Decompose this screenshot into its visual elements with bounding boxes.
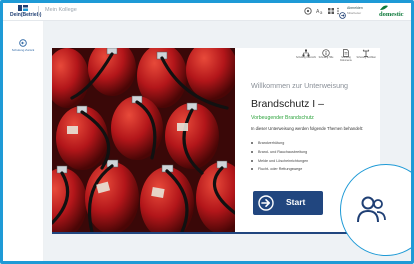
list-item: Brand- und Rauchausbreitung bbox=[251, 150, 308, 159]
sidebar: Schulung Zurück bbox=[3, 21, 44, 261]
logo-text: Dein(Betrieb) bbox=[10, 12, 42, 18]
start-label: Start bbox=[286, 197, 306, 207]
list-item: Melde und Löscheinrichtungen bbox=[251, 159, 308, 168]
bullet bbox=[251, 142, 253, 145]
certificate-icon bbox=[362, 49, 370, 57]
topic-label: Flucht- oder Rettungswege bbox=[258, 167, 303, 172]
topic-label: Melde und Löscheinrichtungen bbox=[258, 158, 309, 163]
arrow-right-circle-icon bbox=[258, 195, 274, 211]
app-logo[interactable]: Dein(Betrieb) bbox=[10, 5, 41, 19]
welcome-text: Willkommen zur Unterweisung bbox=[251, 81, 349, 90]
back-icon bbox=[19, 39, 27, 47]
translate-icon[interactable]: A a bbox=[316, 7, 324, 15]
sidebar-item-back[interactable]: Schulung Zurück bbox=[7, 39, 39, 52]
divider bbox=[38, 6, 39, 17]
brand-text: domestic bbox=[379, 11, 404, 18]
topic-list: Brandverhütung Brand- und Rauchausbreitu… bbox=[251, 141, 308, 176]
toolbar-label: Schulung Übersicht bbox=[296, 57, 316, 59]
logout-sub: Mitarbeiter bbox=[347, 11, 362, 15]
course-toolbar: Schulung Übersicht Schulung Hilfe Schulu… bbox=[296, 47, 378, 69]
top-bar: Dein(Betrieb) Mein Kollege A a Abmelden … bbox=[3, 3, 411, 21]
toolbar-label: Schulung Hilfe bbox=[318, 57, 334, 59]
toolbar-label: Schulung Zertifikat bbox=[356, 57, 376, 59]
toolbar-help[interactable]: Schulung Hilfe bbox=[316, 47, 336, 60]
users-help-icon bbox=[357, 196, 386, 223]
start-button[interactable]: Start bbox=[253, 191, 323, 215]
bullet bbox=[251, 159, 253, 162]
toolbar-documents[interactable]: Schulung Dokumente bbox=[336, 47, 356, 63]
sidebar-item-label: Schulung Zurück bbox=[11, 48, 35, 52]
topic-label: Brandverhütung bbox=[258, 141, 285, 145]
app-frame: Dein(Betrieb) Mein Kollege A a Abmelden … bbox=[0, 0, 414, 264]
sitemap-icon bbox=[302, 49, 310, 57]
course-title: Brandschutz I – bbox=[251, 98, 324, 110]
info-icon bbox=[322, 49, 330, 57]
logout-label: Abmelden bbox=[347, 6, 363, 10]
document-icon bbox=[343, 49, 349, 57]
brand-logo: domestic bbox=[379, 5, 411, 19]
toolbar-certificate[interactable]: Schulung Zertifikat bbox=[356, 47, 376, 60]
user-name: Mein Kollege bbox=[45, 7, 77, 13]
topic-label: Brand- und Rauchausbreitung bbox=[258, 149, 308, 154]
course-card: Schulung Übersicht Schulung Hilfe Schulu… bbox=[52, 48, 380, 234]
bullet bbox=[251, 150, 253, 153]
list-item: Brandverhütung bbox=[251, 141, 308, 150]
help-icon[interactable] bbox=[304, 7, 312, 15]
toolbar-label: Schulung Dokumente bbox=[340, 57, 352, 62]
logout-icon bbox=[339, 12, 346, 19]
course-image bbox=[52, 48, 235, 232]
toolbar-overview[interactable]: Schulung Übersicht bbox=[296, 47, 316, 60]
list-item: Flucht- oder Rettungswege bbox=[251, 167, 308, 176]
course-subtitle: Vorbeugender Brandschutz bbox=[251, 115, 314, 121]
svg-text:a: a bbox=[320, 10, 323, 15]
fire-extinguisher-photo bbox=[52, 48, 235, 232]
bullet bbox=[251, 168, 253, 171]
logo-icon bbox=[18, 5, 28, 11]
course-intro: In dieser Unterweisung werden folgende T… bbox=[251, 126, 364, 131]
